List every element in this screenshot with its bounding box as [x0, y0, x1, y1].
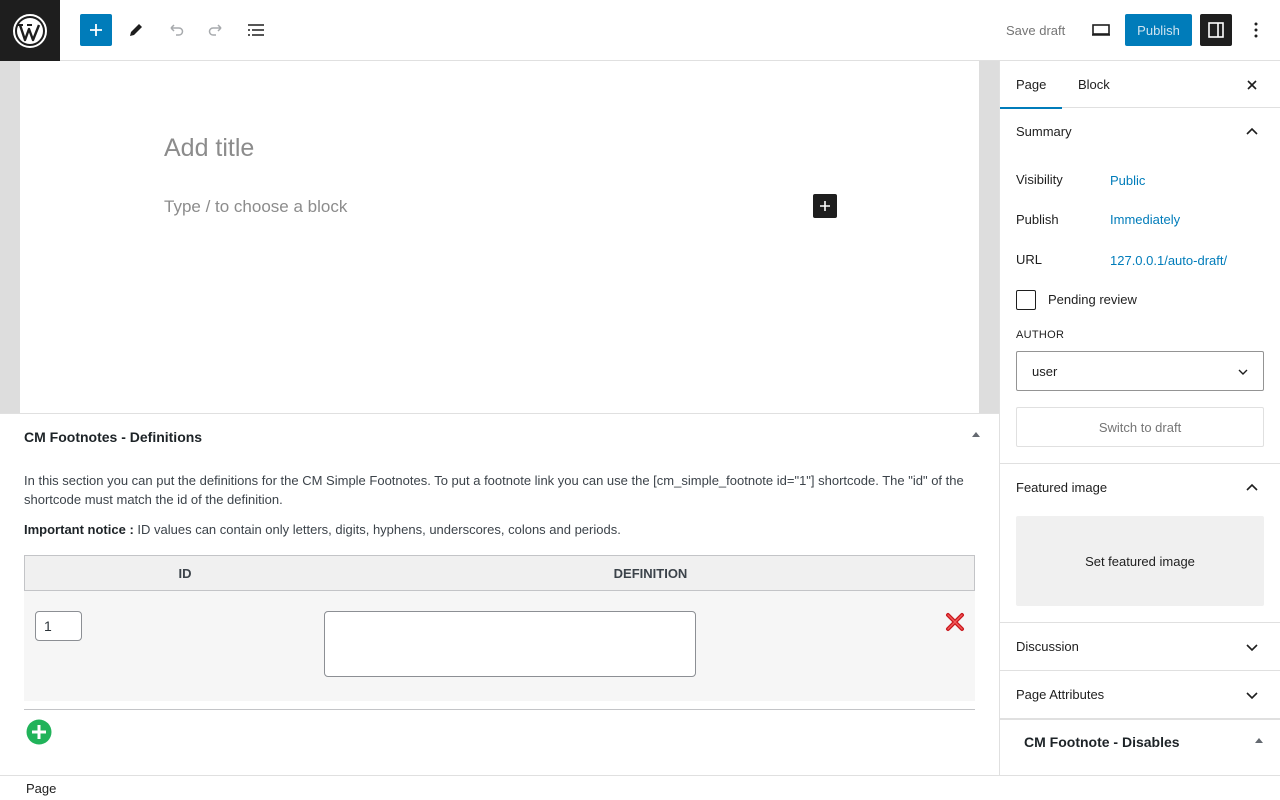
table-header: ID DEFINITION	[24, 555, 975, 591]
page-attributes-panel-toggle[interactable]: Page Attributes	[1000, 671, 1280, 719]
metabox-description: In this section you can put the definiti…	[24, 473, 964, 507]
discussion-panel-toggle[interactable]: Discussion	[1000, 623, 1280, 671]
summary-panel-toggle[interactable]: Summary	[1000, 108, 1280, 156]
tools-button[interactable]	[120, 14, 152, 46]
settings-sidebar: Page Block Summary Visibility Public Pub…	[999, 61, 1280, 775]
url-label: URL	[1016, 252, 1043, 267]
add-row-icon[interactable]	[26, 719, 52, 745]
summary-panel-title: Summary	[1016, 124, 1072, 139]
redo-icon	[208, 24, 222, 36]
editor-top-toolbar: Save draft Publish	[0, 0, 1280, 61]
discussion-panel-title: Discussion	[1016, 639, 1079, 654]
metabox-title: CM Footnotes - Definitions	[24, 429, 203, 445]
wordpress-logo-icon[interactable]	[0, 0, 60, 61]
metabox-collapse-icon[interactable]	[1255, 738, 1263, 743]
redo-button[interactable]	[200, 14, 232, 46]
plus-icon	[820, 201, 830, 211]
page-attributes-panel-title: Page Attributes	[1016, 687, 1105, 702]
pencil-icon	[130, 24, 142, 36]
metabox-notice: Important notice : ID values can contain…	[24, 522, 621, 537]
desktop-preview-icon	[1092, 24, 1110, 36]
author-label: AUTHOR	[1016, 329, 1065, 341]
delete-row-icon[interactable]	[944, 611, 966, 633]
inline-inserter-button[interactable]	[813, 194, 837, 218]
author-select[interactable]: user	[1016, 351, 1264, 391]
document-overview-button[interactable]	[240, 14, 272, 46]
footnote-definition-textarea[interactable]	[324, 611, 696, 677]
undo-button[interactable]	[160, 14, 192, 46]
list-view-icon	[248, 24, 264, 36]
set-featured-image-button[interactable]: Set featured image	[1016, 516, 1264, 606]
table-row: 1	[24, 591, 975, 701]
author-value: user	[1032, 364, 1058, 379]
editor-footer: Page	[0, 775, 1280, 800]
notice-text: ID values can contain only letters, digi…	[133, 522, 621, 537]
footnote-id-input[interactable]: 1	[35, 611, 82, 641]
undo-icon	[170, 24, 184, 36]
sidebar-tabs: Page Block	[999, 61, 1280, 109]
divider	[24, 709, 975, 710]
chevron-up-icon	[1246, 127, 1258, 135]
url-value[interactable]: 127.0.0.1/auto-draft/	[1110, 253, 1227, 268]
footnotes-definitions-metabox: CM Footnotes - Definitions In this secti…	[0, 413, 999, 775]
featured-image-panel-toggle[interactable]: Featured image	[1000, 464, 1280, 512]
publish-label: Publish	[1016, 212, 1059, 227]
divider	[1000, 719, 1280, 720]
column-header-id: ID	[178, 565, 192, 581]
pending-review-checkbox[interactable]	[1016, 290, 1036, 310]
chevron-up-icon	[1246, 483, 1258, 491]
notice-label: Important notice :	[24, 522, 134, 537]
post-title-placeholder[interactable]: Add title	[164, 134, 254, 163]
tab-page[interactable]: Page	[999, 61, 1063, 109]
publish-date-value[interactable]: Immediately	[1110, 212, 1180, 227]
visibility-label: Visibility	[1016, 172, 1063, 187]
editor-canvas-area: Add title Type / to choose a block	[0, 61, 999, 413]
metabox-collapse-icon[interactable]	[972, 432, 980, 437]
switch-to-draft-button[interactable]: Switch to draft	[1016, 407, 1264, 447]
block-placeholder[interactable]: Type / to choose a block	[164, 197, 347, 217]
chevron-down-icon	[1238, 369, 1248, 375]
visibility-value[interactable]: Public	[1110, 173, 1145, 188]
settings-button[interactable]	[1200, 14, 1232, 46]
close-sidebar-button[interactable]	[1240, 73, 1264, 97]
chevron-down-icon	[1246, 644, 1258, 652]
tab-block[interactable]: Block	[1078, 61, 1110, 108]
more-vertical-icon	[1254, 22, 1258, 38]
close-icon	[1247, 80, 1257, 90]
block-inserter-button[interactable]	[80, 14, 112, 46]
cm-footnote-disables-title: CM Footnote - Disables	[1024, 734, 1180, 750]
chevron-down-icon	[1246, 692, 1258, 700]
footnotes-table: ID DEFINITION 1	[24, 555, 975, 701]
publish-button[interactable]: Publish	[1125, 14, 1192, 46]
editor-canvas[interactable]: Add title Type / to choose a block	[20, 61, 979, 413]
pending-review-label[interactable]: Pending review	[1048, 292, 1137, 307]
save-draft-button[interactable]: Save draft	[996, 14, 1075, 46]
options-button[interactable]	[1240, 14, 1272, 46]
preview-button[interactable]	[1085, 14, 1117, 46]
breadcrumb[interactable]: Page	[26, 781, 56, 796]
plus-icon	[90, 24, 102, 36]
featured-image-panel-title: Featured image	[1016, 480, 1108, 495]
sidebar-toggle-icon	[1208, 22, 1224, 38]
column-header-definition: DEFINITION	[613, 565, 688, 581]
